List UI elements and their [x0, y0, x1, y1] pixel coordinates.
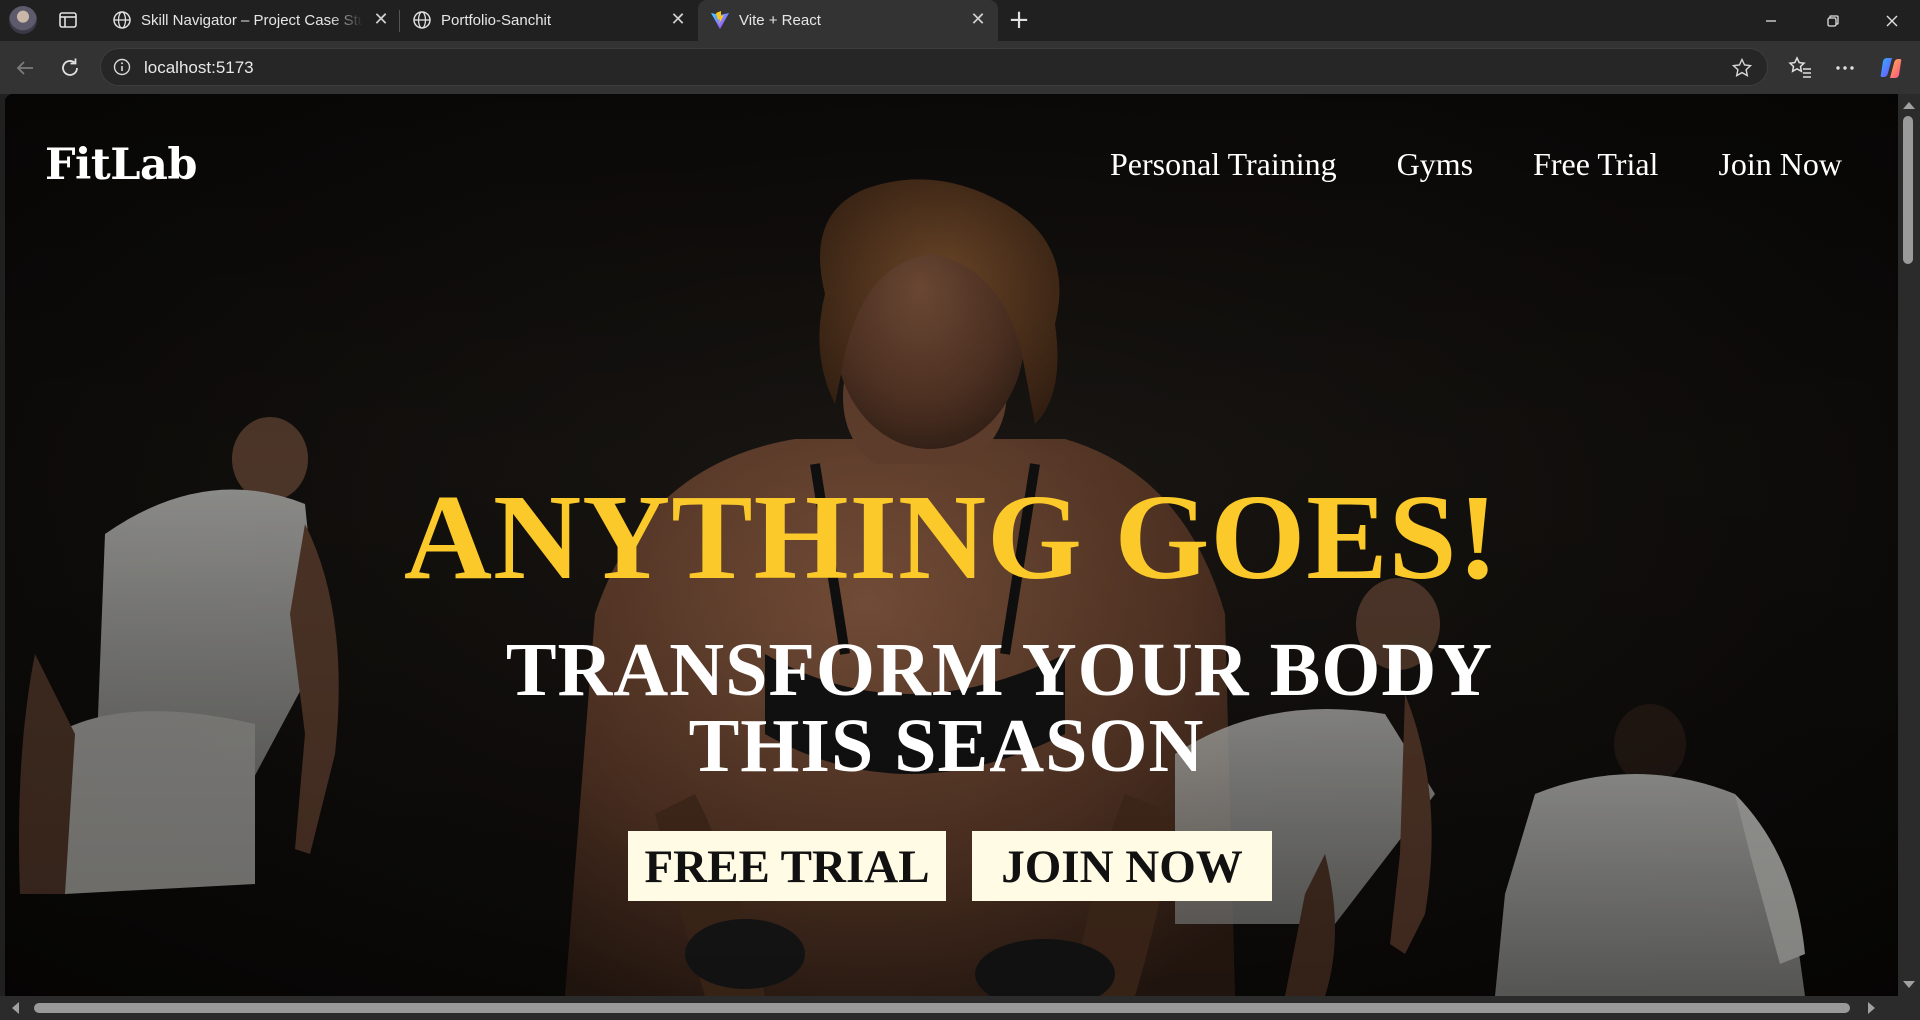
refresh-icon[interactable]	[56, 54, 84, 82]
tab-portfolio[interactable]: Portfolio-Sanchit ✕	[400, 0, 697, 41]
scroll-left-arrow-icon[interactable]	[12, 1002, 19, 1014]
scroll-right-arrow-icon[interactable]	[1868, 1002, 1875, 1014]
address-bar[interactable]: localhost:5173	[100, 48, 1768, 86]
site-navbar: FitLab Personal Training Gyms Free Trial…	[5, 94, 1898, 214]
nav-link-personal-training[interactable]: Personal Training	[1110, 146, 1337, 183]
globe-icon	[413, 11, 431, 29]
restore-icon[interactable]	[1820, 8, 1846, 34]
back-arrow-icon[interactable]	[11, 54, 39, 82]
hero-subheadline: TRANSFORM YOUR BODY THIS SEASON	[5, 632, 1898, 784]
nav-link-gyms[interactable]: Gyms	[1397, 146, 1473, 183]
tab-skill-navigator[interactable]: Skill Navigator – Project Case Stud ✕	[100, 0, 400, 41]
vertical-scroll-thumb[interactable]	[1903, 116, 1913, 264]
new-tab-button[interactable]: +	[1007, 7, 1031, 33]
tab-title: Skill Navigator – Project Case Stud	[141, 12, 363, 29]
globe-icon	[113, 11, 131, 29]
horizontal-scroll-thumb[interactable]	[34, 1003, 1850, 1013]
close-tab-icon[interactable]: ✕	[969, 11, 987, 29]
vite-logo-icon	[711, 11, 729, 29]
site-info-icon[interactable]	[113, 58, 131, 76]
horizontal-scrollbar[interactable]	[0, 996, 1920, 1020]
copilot-icon[interactable]	[1878, 55, 1904, 81]
close-tab-icon[interactable]: ✕	[669, 11, 687, 29]
profile-avatar[interactable]	[9, 6, 37, 34]
hero-subheadline-line-2: THIS SEASON	[688, 704, 1205, 788]
scroll-down-arrow-icon[interactable]	[1903, 981, 1915, 988]
vertical-scrollbar[interactable]	[1898, 94, 1920, 996]
tab-bar: Skill Navigator – Project Case Stud ✕ Po…	[0, 0, 1920, 41]
page-viewport: FitLab Personal Training Gyms Free Trial…	[5, 94, 1898, 996]
hero-subheadline-line-1: TRANSFORM YOUR BODY	[505, 628, 1494, 712]
close-tab-icon[interactable]: ✕	[372, 11, 390, 29]
tab-title: Portfolio-Sanchit	[441, 12, 552, 29]
nav-links: Personal Training Gyms Free Trial Join N…	[1110, 146, 1842, 183]
brand-logo[interactable]: FitLab	[45, 140, 197, 190]
favorites-icon[interactable]	[1787, 55, 1813, 81]
favorite-star-icon[interactable]	[1731, 57, 1753, 79]
nav-link-join-now[interactable]: Join Now	[1718, 146, 1842, 183]
join-now-button[interactable]: JOIN NOW	[972, 831, 1272, 901]
more-menu-icon[interactable]	[1832, 55, 1858, 81]
close-window-icon[interactable]	[1879, 8, 1905, 34]
hero-cta-group: FREE TRIAL JOIN NOW	[628, 831, 1272, 901]
url-text: localhost:5173	[144, 58, 254, 77]
scroll-up-arrow-icon[interactable]	[1903, 102, 1915, 109]
tab-vite-react[interactable]: Vite + React ✕	[698, 0, 998, 41]
free-trial-button[interactable]: FREE TRIAL	[628, 831, 946, 901]
nav-link-free-trial[interactable]: Free Trial	[1533, 146, 1658, 183]
hero-headline: ANYTHING GOES!	[403, 470, 1500, 605]
minimize-icon[interactable]	[1758, 8, 1784, 34]
browser-toolbar: localhost:5173	[0, 41, 1920, 94]
tab-actions-icon[interactable]	[58, 10, 78, 30]
tab-title: Vite + React	[739, 12, 821, 29]
